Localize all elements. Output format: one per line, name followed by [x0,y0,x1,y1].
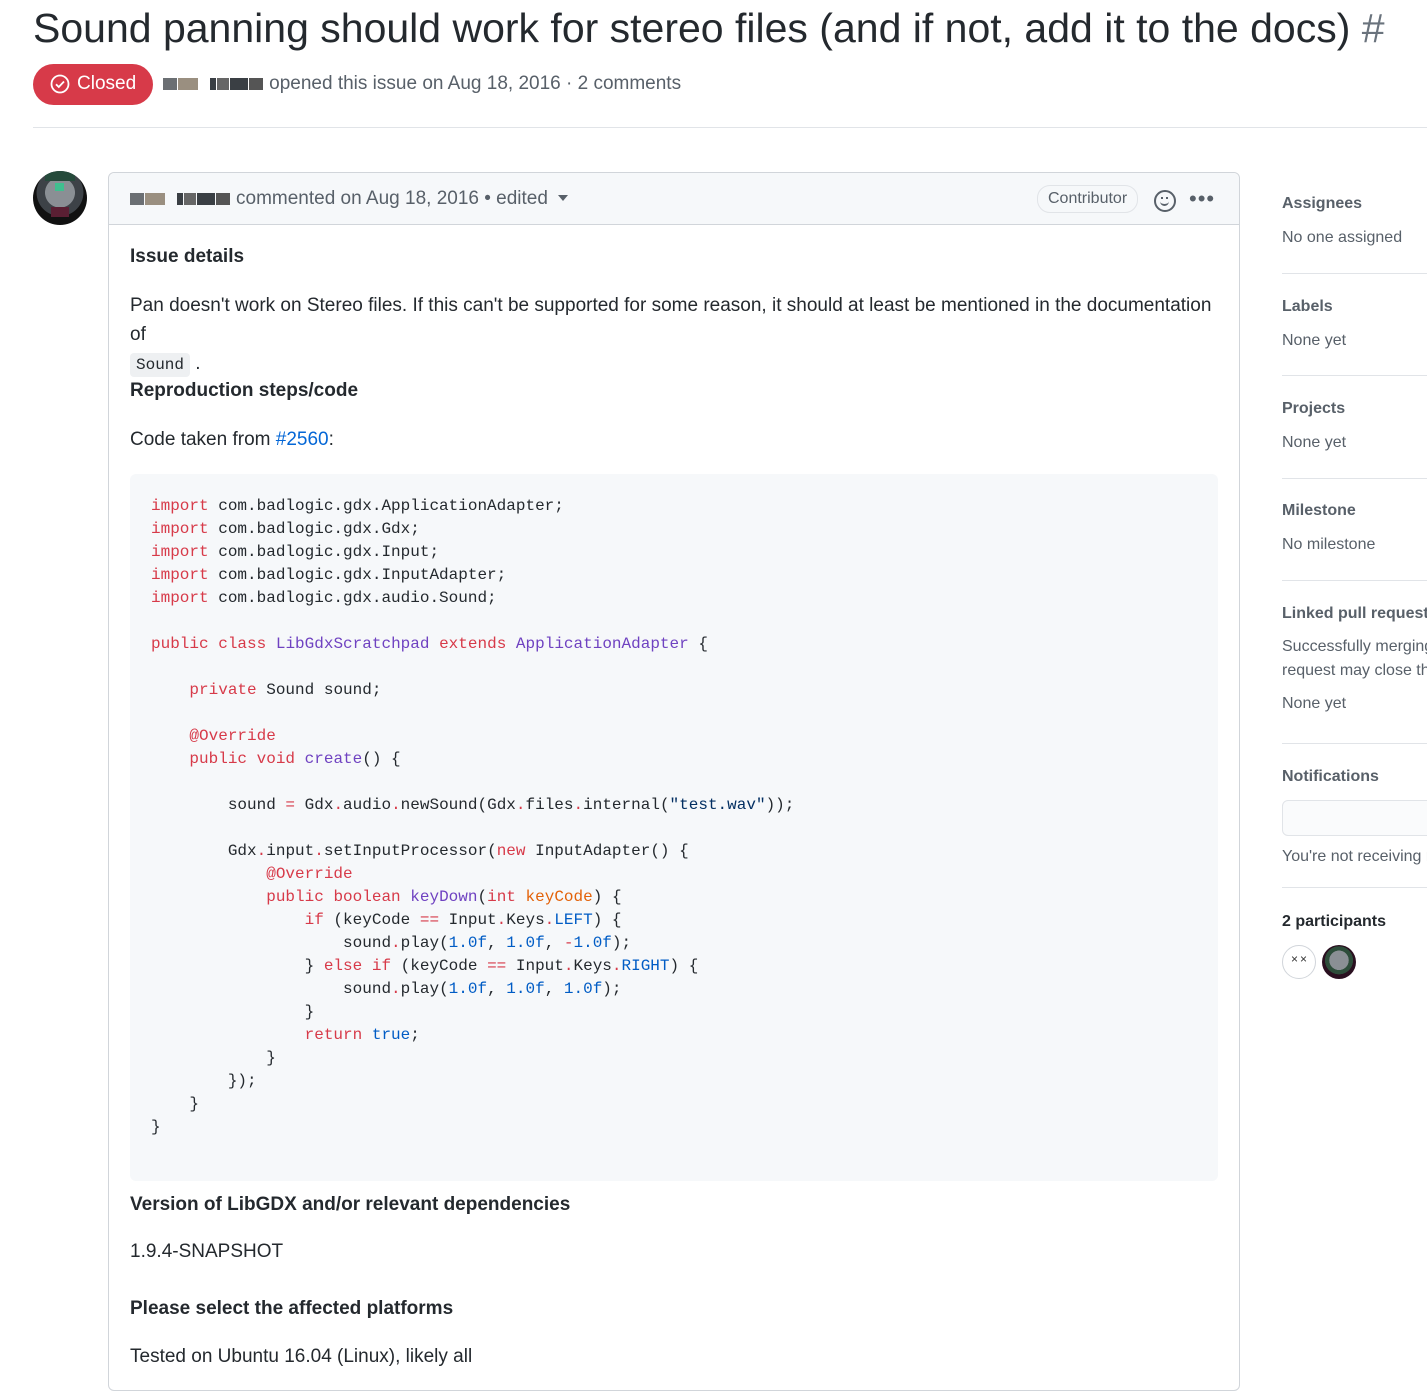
code-line: private Sound sound; [189,681,382,699]
subscribe-button[interactable] [1282,800,1427,836]
participant-avatar[interactable] [1322,945,1356,979]
comment-meta: commented on Aug 18, 2016 • edited [236,188,568,210]
issue-title: Sound panning should work for stereo fil… [33,2,1385,54]
participant-avatar[interactable]: × × [1282,945,1316,979]
milestone-value: No milestone [1282,536,1376,553]
sidebar-participants: 2 participants × × [1282,913,1427,979]
sidebar-milestone[interactable]: Milestone No milestone [1282,502,1427,554]
comment-box: commented on Aug 18, 2016 • edited Contr… [108,172,1240,1391]
details-text-end: . [195,353,201,374]
issue-number: # [1361,5,1385,51]
repro-paragraph: Code taken from #2560: [130,425,334,454]
version-heading: Version of LibGDX and/or relevant depend… [130,1194,571,1215]
code-line: } [151,1095,200,1113]
kebab-menu-icon[interactable]: ••• [1189,188,1215,210]
code-line: } [151,1049,276,1067]
sidebar-divider [1282,887,1427,888]
sidebar-notifications: Notifications You're not receiving notif… [1282,768,1427,866]
edit-history-dropdown-icon[interactable] [557,195,568,202]
labels-title[interactable]: Labels [1282,298,1427,316]
issue-title-text: Sound panning should work for stereo fil… [33,5,1351,51]
notifications-title: Notifications [1282,768,1379,785]
code-line: if (keyCode == Input.Keys.LEFT) { [304,911,622,929]
assignees-value: No one assigned [1282,229,1403,246]
sidebar-assignees[interactable]: Assignees No one assigned [1282,195,1427,247]
code-line: import com.badlogic.gdx.audio.Sound; [151,589,497,607]
code-line: import com.badlogic.gdx.Gdx; [151,520,420,538]
assignees-title[interactable]: Assignees [1282,195,1427,213]
sidebar-divider [1282,375,1427,376]
code-line: @Override [266,865,353,883]
comment-author-redacted[interactable] [130,190,230,208]
author-avatar[interactable] [33,171,87,225]
participants-title: 2 participants [1282,913,1387,930]
linked-desc: Successfully merging a pull request may … [1282,638,1427,679]
code-line: @Override [189,727,276,745]
version-text: 1.9.4-SNAPSHOT [130,1241,284,1262]
projects-value: None yet [1282,434,1347,451]
repro-colon: : [328,429,334,450]
linked-title[interactable]: Linked pull requests [1282,605,1427,623]
repro-heading: Reproduction steps/code [130,380,359,401]
code-line: public class LibGdxScratchpad extends Ap… [151,635,708,653]
code-line: sound.play(1.0f, 1.0f, 1.0f); [151,980,622,998]
code-line: import com.badlogic.gdx.InputAdapter; [151,566,507,584]
code-line: } [151,1118,161,1136]
code-line: return true; [304,1026,420,1044]
labels-value: None yet [1282,332,1347,349]
contributor-badge: Contributor [1037,185,1139,213]
sidebar-linked-prs[interactable]: Linked pull requests Successfully mergin… [1282,605,1427,713]
milestone-title[interactable]: Milestone [1282,502,1427,520]
code-line: import com.badlogic.gdx.ApplicationAdapt… [151,497,564,515]
sidebar-labels[interactable]: Labels None yet [1282,298,1427,350]
issue-meta: Closed opened this issue on Aug 18, 2016… [33,63,681,105]
issue-link[interactable]: #2560 [276,429,329,450]
status-label: Closed [77,73,137,94]
code-line: } else if (keyCode == Input.Keys.RIGHT) … [151,957,699,975]
issue-meta-text: opened this issue on Aug 18, 2016 · 2 co… [269,73,682,94]
code-block: import com.badlogic.gdx.ApplicationAdapt… [130,474,1218,1181]
details-text: Pan doesn't work on Stereo files. If thi… [130,295,1212,345]
author-name-redacted[interactable] [163,75,264,93]
sidebar-divider [1282,273,1427,274]
details-heading: Issue details [130,246,245,267]
sidebar-divider [1282,580,1427,581]
code-line: import com.badlogic.gdx.Input; [151,543,440,561]
smiley-icon[interactable] [1154,190,1176,212]
projects-title[interactable]: Projects [1282,400,1427,418]
sidebar-divider [1282,743,1427,744]
code-line: public boolean keyDown(int keyCode) { [266,888,622,906]
issue-closed-icon [50,74,70,94]
status-badge: Closed [33,63,154,105]
inline-code-sound: Sound [130,353,191,377]
sidebar-projects[interactable]: Projects None yet [1282,400,1427,452]
participants-avatars: × × [1282,945,1427,979]
repro-text: Code taken from [130,429,271,450]
code-line: public void create() { [189,750,401,768]
sidebar-divider [1282,478,1427,479]
code-line: sound.play(1.0f, 1.0f, -1.0f); [151,934,632,952]
platforms-heading: Please select the affected platforms [130,1298,454,1319]
code-line: sound = Gdx.audio.newSound(Gdx.files.int… [151,796,795,814]
code-line: } [151,1003,315,1021]
linked-value: None yet [1282,695,1347,712]
details-paragraph: Pan doesn't work on Stereo files. If thi… [130,291,1220,380]
notifications-desc: You're not receiving notifications from … [1282,848,1427,865]
code-line: Gdx.input.setInputProcessor(new InputAda… [151,842,689,860]
platforms-text: Tested on Ubuntu 16.04 (Linux), likely a… [130,1346,473,1367]
code-line: }); [151,1072,257,1090]
comment-meta-text: commented on Aug 18, 2016 • edited [236,187,548,209]
comment-header: commented on Aug 18, 2016 • edited Contr… [109,173,1239,225]
divider [33,127,1427,128]
